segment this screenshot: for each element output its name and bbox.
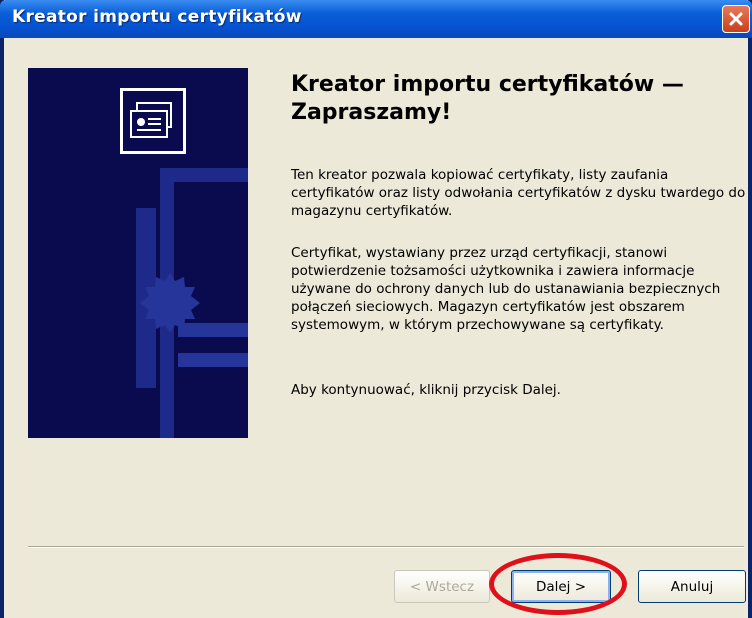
close-icon [729,12,743,26]
wizard-window: Kreator importu certyfikatów Kreator imp… [0,0,752,618]
page-title: Kreator importu certyfikatów — Zapraszam… [291,72,684,125]
seal-icon [140,273,200,333]
title-bar[interactable]: Kreator importu certyfikatów [0,0,752,38]
description-paragraph: Certyfikat, wystawiany przez urząd certy… [291,245,721,333]
back-button[interactable]: < Wstecz [394,570,490,603]
separator [28,546,744,548]
certificate-icon [120,88,186,154]
instruction-paragraph: Aby kontynuować, kliknij przycisk Dalej. [291,382,561,398]
close-button[interactable] [722,5,750,33]
wizard-banner [28,68,248,438]
intro-paragraph: Ten kreator pozwala kopiować certyfikaty… [291,167,746,219]
window-title: Kreator importu certyfikatów [12,7,302,27]
cancel-button[interactable]: Anuluj [638,570,746,603]
banner-stripe [178,353,248,367]
next-button[interactable]: Dalej > [511,570,611,603]
